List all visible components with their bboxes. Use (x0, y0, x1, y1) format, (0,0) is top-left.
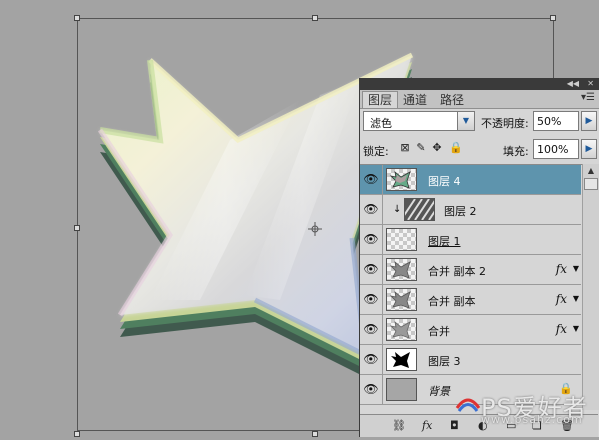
layer-row-3[interactable]: 👁 图层 3 (360, 345, 581, 375)
clipping-mask-arrow-icon: ↓ (393, 204, 402, 215)
layer-row-merge[interactable]: 👁 合并 fx ▼ (360, 315, 581, 345)
panel-menu-icon[interactable]: ▾☰ (581, 92, 595, 103)
opacity-slider-button[interactable]: ▶ (581, 111, 597, 131)
chevron-down-icon[interactable]: ▼ (573, 264, 579, 273)
visibility-eye-icon[interactable]: 👁 (360, 345, 383, 374)
chevron-down-icon[interactable]: ▼ (573, 324, 579, 333)
visibility-eye-icon[interactable]: 👁 (360, 225, 383, 254)
opacity-value: 50% (537, 115, 562, 128)
lock-row: 锁定: ⊠ ✎ ✥ 🔒 填充: 100% ▶ (363, 138, 597, 160)
layer-effects-fx-icon[interactable]: fx (556, 292, 567, 306)
panel-tabs: 图层 通道 路径 ▾☰ (360, 90, 599, 109)
layer-thumbnail (386, 378, 417, 401)
layer-row-2[interactable]: 👁 ↓ 图层 2 (360, 195, 581, 225)
transform-handle-bottom[interactable] (312, 431, 318, 437)
opacity-input[interactable]: 50% (533, 111, 579, 131)
tab-paths[interactable]: 路径 (435, 92, 469, 108)
lock-image-brush-icon[interactable]: ✎ (415, 142, 427, 154)
panel-titlebar: ◀◀ ✕ (360, 78, 599, 90)
layer-name: 背景 (428, 385, 450, 398)
fill-label: 填充: (503, 145, 529, 158)
fill-value: 100% (537, 143, 569, 156)
visibility-eye-icon[interactable]: 👁 (360, 315, 383, 344)
layer-row-4[interactable]: 👁 图层 4 (360, 165, 581, 195)
add-style-fx-icon[interactable]: fx (422, 419, 432, 432)
layer-name: 合并 副本 2 (428, 265, 486, 278)
layer-thumbnail (404, 198, 435, 221)
close-icon[interactable]: ✕ (587, 78, 594, 90)
layer-name: 合并 副本 (428, 295, 476, 308)
layer-thumbnail (386, 168, 417, 191)
layer-thumbnail (386, 348, 417, 371)
chevron-down-icon[interactable]: ▼ (457, 112, 474, 130)
visibility-eye-icon[interactable]: 👁 (360, 255, 383, 284)
collapse-icon[interactable]: ◀◀ (567, 78, 579, 90)
tab-layers[interactable]: 图层 (362, 91, 399, 108)
fill-input[interactable]: 100% (533, 139, 579, 159)
lock-transparency-icon[interactable]: ⊠ (399, 142, 411, 154)
visibility-eye-icon[interactable]: 👁 (360, 285, 383, 314)
layer-effects-fx-icon[interactable]: fx (556, 322, 567, 336)
layer-name: 图层 3 (428, 355, 461, 368)
layer-name: 图层 1 (428, 235, 461, 248)
fill-slider-button[interactable]: ▶ (581, 139, 597, 159)
layers-list: 👁 图层 4 👁 ↓ 图层 2 👁 图层 1 👁 合并 副本 2 fx ▼ 👁 … (360, 164, 598, 411)
layer-name: 图层 2 (444, 205, 477, 218)
chevron-down-icon[interactable]: ▼ (573, 294, 579, 303)
tab-channels[interactable]: 通道 (398, 92, 432, 108)
visibility-eye-icon[interactable]: 👁 (360, 195, 383, 224)
blend-mode-value: 滤色 (370, 117, 392, 130)
layers-scrollbar[interactable]: ▲ (582, 164, 599, 410)
lock-label: 锁定: (363, 145, 389, 158)
layer-name: 合并 (428, 325, 450, 338)
layer-thumbnail (386, 318, 417, 341)
layer-effects-fx-icon[interactable]: fx (556, 262, 567, 276)
watermark-logo (455, 398, 481, 412)
layer-thumbnail (386, 258, 417, 281)
watermark: PS爱好者 www.psahz.com (455, 388, 599, 428)
layer-row-merge-copy-2[interactable]: 👁 合并 副本 2 fx ▼ (360, 255, 581, 285)
transform-handle-top-left[interactable] (74, 15, 80, 21)
transform-handle-top[interactable] (312, 15, 318, 21)
transform-handle-top-right[interactable] (550, 15, 556, 21)
layer-name: 图层 4 (428, 175, 461, 188)
visibility-eye-icon[interactable]: 👁 (360, 375, 383, 404)
link-layers-icon[interactable]: ⛓ (392, 419, 406, 432)
transform-handle-left[interactable] (74, 225, 80, 231)
blend-row: 滤色 ▼ 不透明度: 50% ▶ (363, 110, 597, 132)
watermark-url: www.psahz.com (481, 413, 583, 426)
opacity-label: 不透明度: (481, 117, 529, 130)
lock-position-move-icon[interactable]: ✥ (431, 142, 443, 154)
blend-mode-select[interactable]: 滤色 ▼ (363, 111, 475, 131)
lock-all-icon[interactable]: 🔒 (449, 142, 463, 154)
layer-row-merge-copy[interactable]: 👁 合并 副本 fx ▼ (360, 285, 581, 315)
layer-thumbnail (386, 288, 417, 311)
scroll-up-icon[interactable]: ▲ (583, 164, 599, 178)
visibility-eye-icon[interactable]: 👁 (360, 165, 383, 194)
layer-row-1[interactable]: 👁 图层 1 (360, 225, 581, 255)
layer-thumbnail (386, 228, 417, 251)
transform-handle-bottom-left[interactable] (74, 431, 80, 437)
layers-panel: ◀◀ ✕ 图层 通道 路径 ▾☰ 滤色 ▼ 不透明度: 50% ▶ 锁定: ⊠ … (359, 78, 599, 437)
scroll-thumb[interactable] (584, 178, 598, 190)
